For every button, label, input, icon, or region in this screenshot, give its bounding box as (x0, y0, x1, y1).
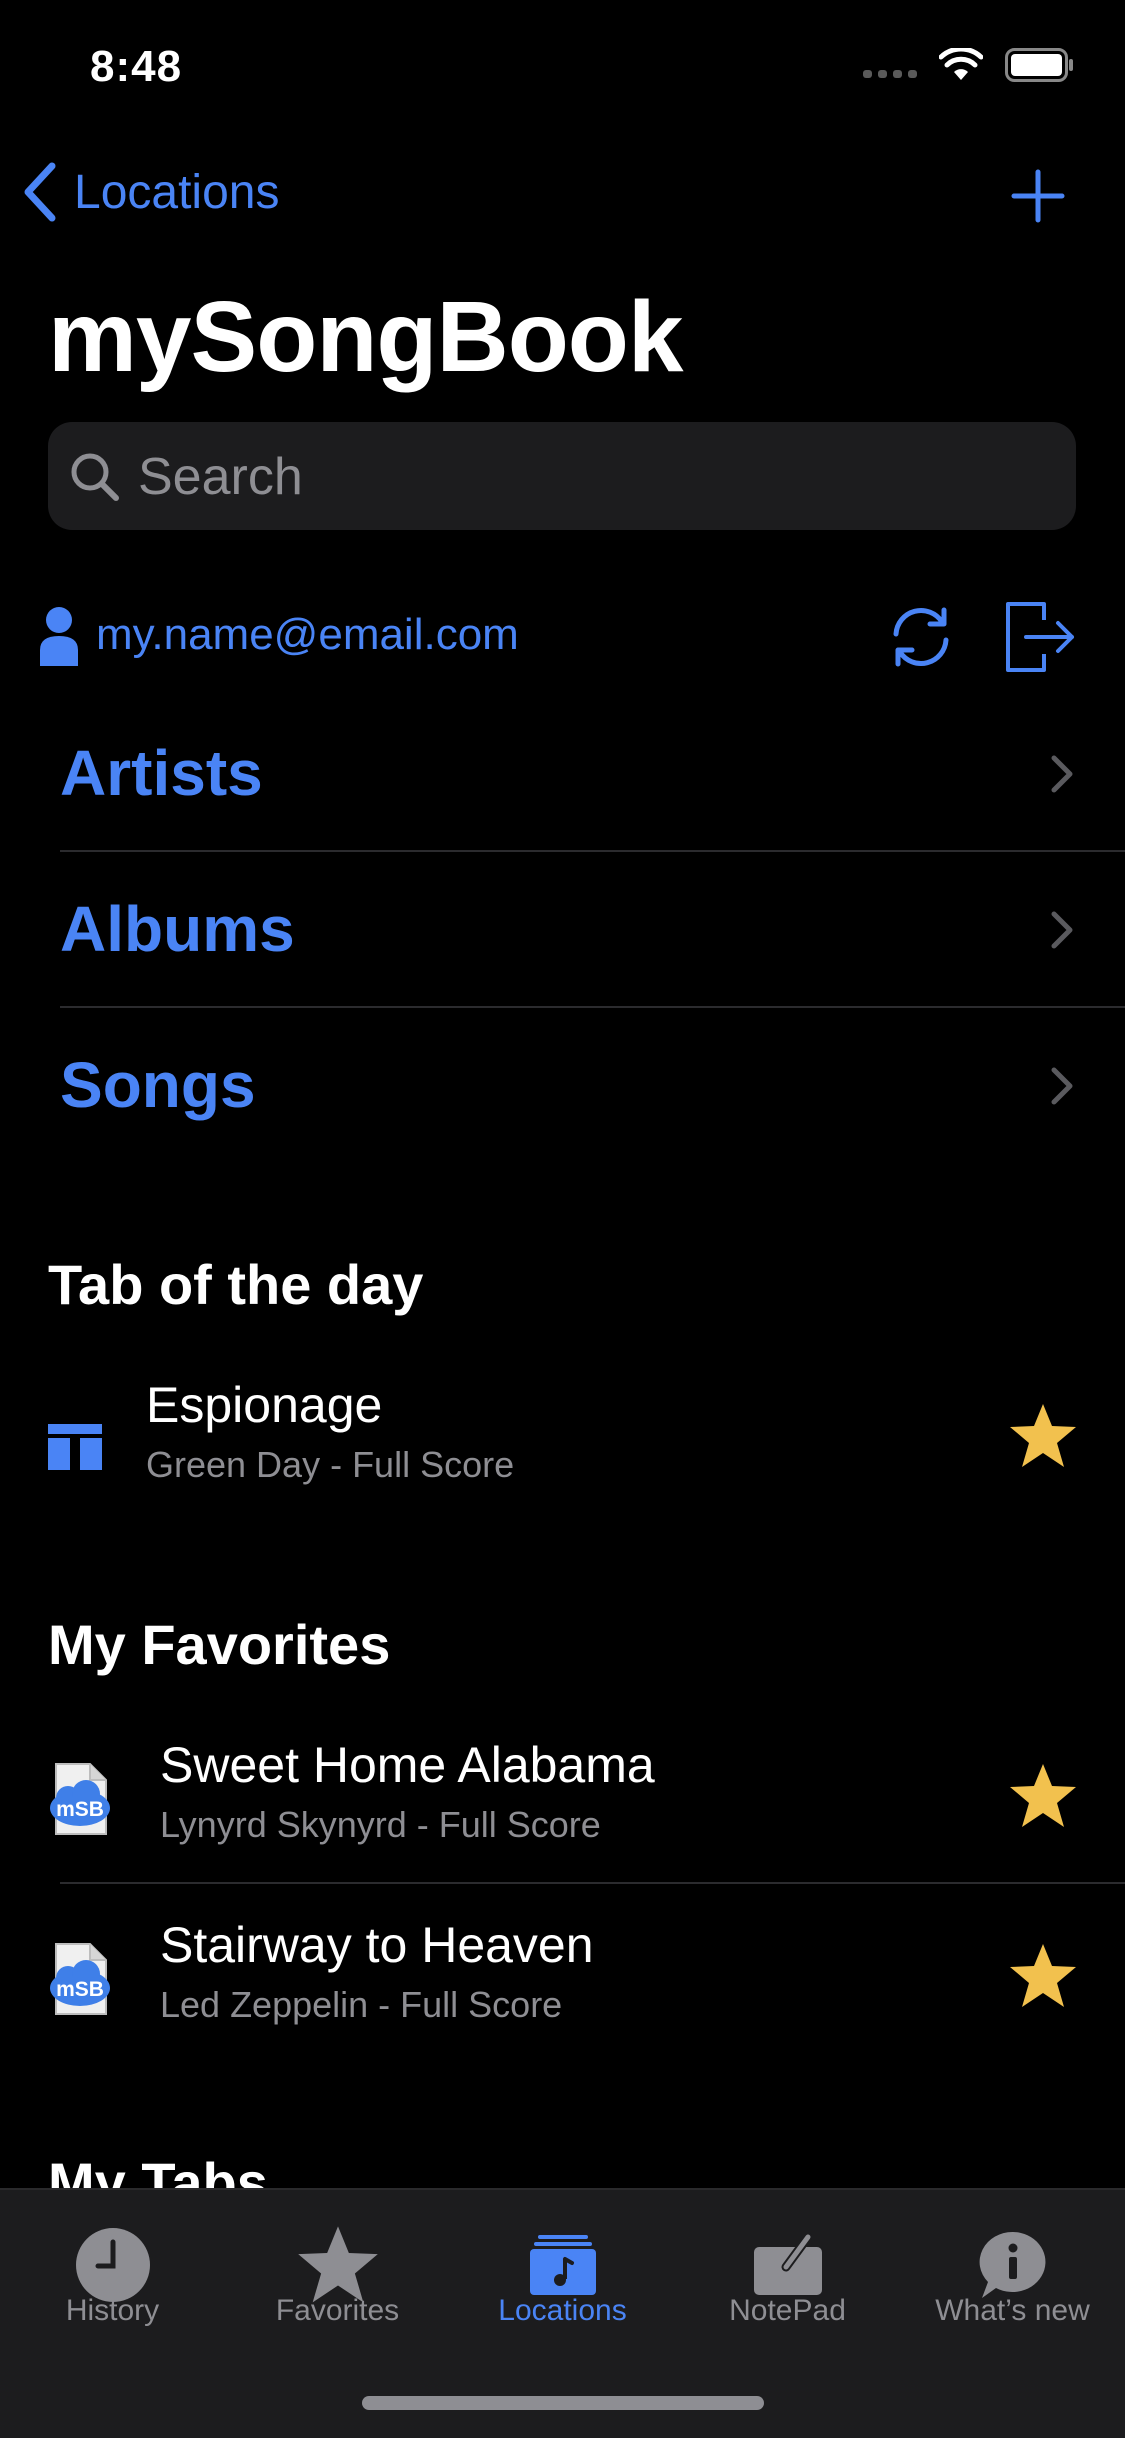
item-subtitle: Led Zeppelin - Full Score (160, 1984, 563, 2025)
tab-whats-new[interactable]: What’s new (900, 2190, 1125, 2360)
tab-label: Locations (498, 2294, 627, 2327)
tab-of-day-item[interactable]: Espionage Green Day - Full Score (0, 1352, 1125, 1532)
browse-row-albums[interactable]: Albums (60, 852, 1125, 1008)
star-icon[interactable] (1008, 1762, 1078, 1830)
chevron-right-icon (1051, 911, 1073, 949)
tab-label: What’s new (935, 2294, 1090, 2327)
browse-row-artists[interactable]: Artists (60, 696, 1125, 852)
tab-locations[interactable]: Locations (450, 2190, 675, 2360)
item-subtitle: Green Day - Full Score (146, 1444, 515, 1485)
status-icons (863, 48, 1075, 82)
sync-icon (893, 607, 949, 667)
tab-favorites[interactable]: Favorites (225, 2190, 450, 2360)
chevron-right-icon (1051, 1067, 1073, 1105)
person-icon (40, 607, 78, 666)
sync-button[interactable] (888, 602, 954, 677)
notepad-icon (753, 2233, 822, 2295)
tab-label: Favorites (275, 2294, 400, 2327)
msb-file-icon: mSB (50, 1943, 110, 2015)
item-subtitle: Lynyrd Skynyrd - Full Score (160, 1804, 601, 1845)
wifi-icon (939, 48, 983, 80)
section-heading-favorites: My Favorites (48, 1613, 391, 1676)
search-icon (71, 453, 119, 501)
page-title: mySongBook (48, 281, 683, 393)
msb-file-icon: mSB (50, 1763, 110, 1835)
info-bubble-icon (979, 2231, 1045, 2298)
home-indicator (362, 2396, 764, 2410)
logout-icon (1006, 602, 1074, 672)
battery-icon (1005, 48, 1073, 82)
browse-row-songs[interactable]: Songs (60, 1008, 1125, 1164)
search-bar[interactable] (48, 422, 1076, 530)
msb-badge: mSB (56, 1798, 104, 1821)
section-heading-tab-of-the-day: Tab of the day (48, 1253, 424, 1316)
favorite-item[interactable]: mSB Stairway to Heaven Led Zeppelin - Fu… (0, 1892, 1125, 2072)
favorite-item[interactable]: mSB Sweet Home Alabama Lynyrd Skynyrd - … (0, 1712, 1125, 1892)
star-icon[interactable] (1008, 1942, 1078, 2010)
add-button[interactable] (1010, 168, 1066, 229)
folder-music-icon (529, 2235, 596, 2295)
chevron-left-icon (24, 162, 56, 222)
browse-label: Songs (60, 1049, 256, 1121)
tab-label: NotePad (729, 2294, 846, 2327)
divider (60, 1882, 1125, 1884)
tab-history[interactable]: History (0, 2190, 225, 2360)
msb-badge: mSB (56, 1978, 104, 2001)
star-icon[interactable] (1008, 1402, 1078, 1470)
item-title: Stairway to Heaven (160, 1917, 594, 1973)
item-title: Sweet Home Alabama (160, 1737, 655, 1793)
browse-label: Albums (60, 893, 295, 965)
browse-label: Artists (60, 737, 263, 809)
clock-icon (75, 2228, 150, 2302)
search-input[interactable] (136, 436, 1040, 518)
item-title: Espionage (146, 1377, 383, 1433)
account-email[interactable]: my.name@email.com (96, 610, 519, 660)
back-label: Locations (74, 165, 280, 219)
tab-label: History (65, 2294, 160, 2327)
score-icon (48, 1424, 102, 1470)
cellular-signal-icon (863, 52, 917, 78)
logout-button[interactable] (1004, 600, 1078, 679)
chevron-right-icon (1051, 755, 1073, 793)
plus-icon (1011, 169, 1065, 223)
tab-notepad[interactable]: NotePad (675, 2190, 900, 2360)
status-time: 8:48 (90, 42, 183, 91)
back-button[interactable]: Locations (22, 162, 279, 222)
